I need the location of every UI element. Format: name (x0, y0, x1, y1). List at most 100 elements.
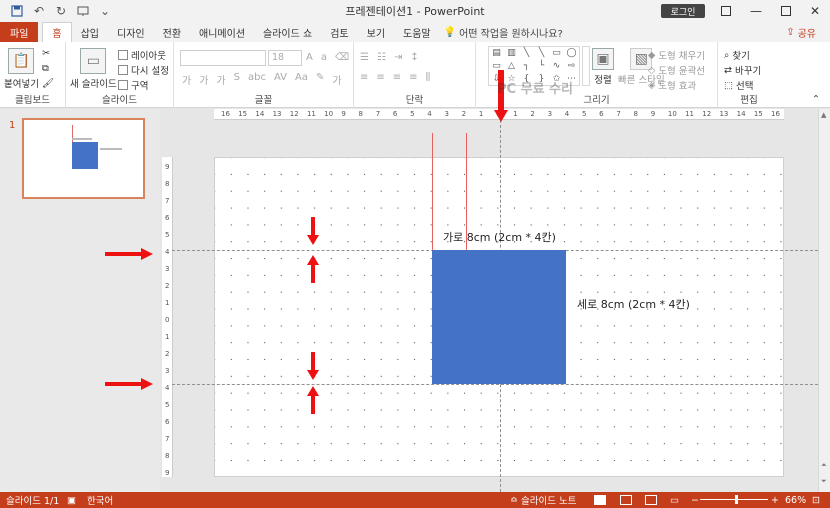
tab-slideshow[interactable]: 슬라이드 쇼 (254, 22, 321, 42)
line2-shape-icon[interactable]: ╲ (534, 47, 549, 60)
star2-shape-icon[interactable]: ✩ (549, 72, 564, 85)
tab-home[interactable]: 홈 (42, 22, 72, 42)
login-button[interactable]: 로그인 (661, 4, 705, 18)
spacing-icon[interactable]: AV (274, 72, 287, 87)
zoom-out-icon[interactable]: − (691, 492, 699, 508)
arrange-button[interactable]: ▣ 정렬 (592, 48, 614, 86)
textbox-vertical-shape-icon[interactable]: ▥ (504, 47, 519, 60)
close-icon[interactable]: ✕ (800, 0, 830, 22)
undo-icon[interactable]: ↶ (32, 4, 46, 18)
view-reading-button[interactable] (645, 492, 657, 508)
view-sorter-button[interactable] (620, 492, 632, 508)
tab-file[interactable]: 파일 (0, 22, 39, 42)
tab-view[interactable]: 보기 (358, 22, 394, 42)
brace-left-shape-icon[interactable]: { (519, 72, 534, 85)
oval-shape-icon[interactable]: ◯ (564, 47, 579, 60)
gallery-scroll[interactable] (582, 46, 590, 86)
tab-review[interactable]: 검토 (321, 22, 357, 42)
tab-transitions[interactable]: 전환 (154, 22, 190, 42)
height-label[interactable]: 세로 8cm (2cm * 4칸) (577, 296, 690, 312)
zoom-in-icon[interactable]: + (771, 492, 779, 508)
view-normal-button[interactable] (594, 492, 606, 508)
new-slide-button[interactable]: ▭ 새 슬라이드 (70, 48, 117, 90)
font-size-box[interactable]: 18 (268, 50, 302, 66)
zoom-slider-thumb[interactable] (735, 495, 738, 504)
paste-button[interactable]: 📋 붙여넣기 (4, 48, 39, 90)
slide-info[interactable]: 슬라이드 1/1 (6, 492, 59, 508)
section-button[interactable]: 구역 (118, 78, 148, 92)
next-slide-icon[interactable]: ⏷ (821, 477, 827, 486)
italic-icon[interactable]: 가 (199, 72, 208, 87)
fit-slide-icon[interactable]: ⊡ (812, 492, 820, 508)
present-icon[interactable] (76, 4, 90, 18)
line-shape-icon[interactable]: ╲ (519, 47, 534, 60)
ribbon-display-icon[interactable] (711, 0, 741, 22)
reset-button[interactable]: 다시 설정 (118, 63, 169, 77)
font-name-box[interactable] (180, 50, 266, 66)
language-label[interactable]: 한국어 (87, 492, 113, 508)
shape-fill-button[interactable]: ◆ 도형 채우기 (648, 48, 705, 63)
format-painter-icon[interactable]: 🖌 (42, 78, 54, 89)
case-icon[interactable]: Aa (295, 72, 308, 87)
align-right-icon[interactable]: ≡ (393, 72, 401, 83)
bullets-icon[interactable]: ☰ (360, 52, 369, 63)
width-label[interactable]: 가로 8cm (2cm * 4칸) (443, 229, 556, 245)
columns-icon[interactable]: ⫼ (426, 72, 431, 83)
connector-shape-icon[interactable]: ┐ (519, 60, 534, 73)
shrink-font-icon[interactable]: a (321, 52, 327, 63)
align-center-icon[interactable]: ≡ (376, 72, 384, 83)
prev-slide-icon[interactable]: ⏶ (821, 461, 827, 470)
more-shape-icon[interactable]: ⋯ (564, 72, 579, 85)
curve-shape-icon[interactable]: ∿ (549, 60, 564, 73)
minimize-icon[interactable]: — (741, 0, 771, 22)
slide-thumbnail[interactable] (22, 118, 145, 199)
select-button[interactable]: ⬚ 선택 (724, 78, 753, 93)
indent-icon[interactable]: ⇥ (394, 52, 402, 63)
tab-animations[interactable]: 애니메이션 (190, 22, 254, 42)
align-left-icon[interactable]: ≡ (360, 72, 368, 83)
font-color-icon[interactable]: 가 (332, 72, 341, 87)
elbow-shape-icon[interactable]: └ (534, 60, 549, 73)
shape-outline-button[interactable]: ◇ 도형 윤곽선 (648, 63, 705, 78)
tab-design[interactable]: 디자인 (108, 22, 154, 42)
save-icon[interactable] (10, 4, 24, 18)
line-spacing-icon[interactable]: ↕ (410, 52, 418, 63)
zoom-level[interactable]: 66% (785, 492, 806, 508)
hruler-number: 15 (238, 110, 248, 118)
replace-button[interactable]: ⇄ 바꾸기 (724, 63, 761, 78)
copy-icon[interactable]: ⧉ (42, 63, 49, 74)
tell-me-box[interactable]: 💡 어떤 작업을 원하시나요? (444, 25, 563, 40)
numbering-icon[interactable]: ☷ (377, 52, 386, 63)
clear-format-icon[interactable]: ⌫ (335, 52, 349, 63)
scroll-up-icon[interactable]: ▲ (821, 111, 826, 119)
find-button[interactable]: ⌕ 찾기 (724, 48, 750, 63)
spellcheck-icon[interactable]: ▣ (67, 492, 76, 508)
grow-font-icon[interactable]: A (306, 52, 313, 63)
notes-button[interactable]: ≏ 슬라이드 노트 (510, 492, 576, 508)
horizontal-guide-bottom[interactable] (172, 384, 818, 385)
bold-icon[interactable]: 가 (182, 72, 191, 87)
brace-right-shape-icon[interactable]: } (534, 72, 549, 85)
cut-icon[interactable]: ✂ (42, 48, 50, 59)
layout-button[interactable]: 레이아웃 (118, 48, 166, 62)
collapse-ribbon-icon[interactable]: ⌃ (812, 94, 820, 105)
tab-help[interactable]: 도움말 (394, 22, 440, 42)
share-button[interactable]: ⇪ 공유 (786, 22, 816, 42)
slideshow-button[interactable]: ▭ (670, 492, 679, 508)
maximize-icon[interactable] (771, 0, 801, 22)
customize-qat-icon[interactable]: ⌄ (98, 4, 112, 18)
arrow-right-shape-icon[interactable]: ⇨ (564, 60, 579, 73)
shape-effects-button[interactable]: ◈ 도형 효과 (648, 78, 696, 93)
blue-square-shape[interactable] (432, 250, 566, 384)
rect-shape-icon[interactable]: ▭ (549, 47, 564, 60)
highlight-icon[interactable]: ✎ (316, 72, 324, 87)
vertical-scrollbar[interactable]: ▲ ⏶ ⏷ (818, 109, 830, 492)
underline-icon[interactable]: 가 (216, 72, 225, 87)
redo-icon[interactable]: ↻ (54, 4, 68, 18)
zoom-slider[interactable] (700, 499, 768, 500)
justify-icon[interactable]: ≡ (409, 72, 417, 83)
strike-icon[interactable]: abc (248, 72, 266, 87)
textbox-shape-icon[interactable]: ▤ (489, 47, 504, 60)
shadow-icon[interactable]: S (234, 72, 240, 87)
tab-insert[interactable]: 삽입 (72, 22, 108, 42)
